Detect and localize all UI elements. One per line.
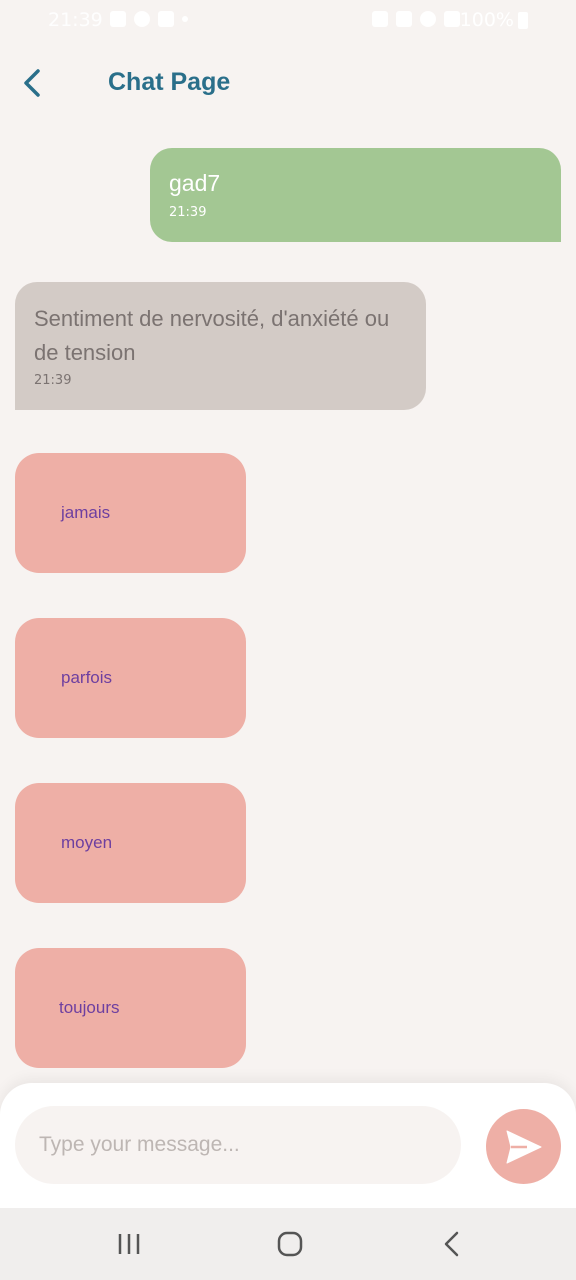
message-time: 21:39 [34,373,72,388]
send-icon [506,1130,542,1164]
message-bubble-sent: gad7 21:39 [150,148,561,242]
send-button[interactable] [486,1109,561,1184]
chevron-left-icon [24,69,40,97]
option-button-jamais[interactable]: jamais [15,453,246,573]
option-label: toujours [59,998,120,1017]
status-bar: 21:39 100% [0,0,576,40]
page-title: Chat Page [108,68,231,96]
recents-button[interactable] [117,1232,141,1256]
status-time: 21:39 [48,9,103,31]
system-icons [372,11,460,27]
message-text: gad7 [169,170,221,196]
option-label: jamais [61,503,111,522]
message-bubble-received: Sentiment de nervosité, d'anxiété ou de … [15,282,426,410]
option-button-moyen[interactable]: moyen [15,783,246,903]
wifi-icon [420,11,436,27]
message-time: 21:39 [169,205,207,220]
recents-icon [118,1234,140,1254]
battery-percent: 100% [459,9,514,31]
facebook-icon [158,11,174,27]
back-button[interactable] [18,66,52,100]
nav-back-button[interactable] [440,1230,464,1258]
gallery-icon [110,11,126,27]
signal-icon [444,11,460,27]
messenger-icon [134,11,150,27]
system-nav-bar [0,1208,576,1280]
message-composer [0,1083,576,1208]
dot-icon [182,16,188,22]
back-icon [444,1231,459,1257]
message-text: Sentiment de nervosité, d'anxiété ou de … [34,306,390,365]
option-button-parfois[interactable]: parfois [15,618,246,738]
option-label: parfois [61,668,113,687]
option-label: moyen [61,833,113,852]
message-input[interactable] [15,1106,461,1184]
option-button-toujours[interactable]: toujours [15,948,246,1068]
home-icon [277,1231,303,1257]
mute-icon [396,11,412,27]
notification-icons [110,11,188,27]
app-bar: Chat Page [0,40,576,130]
nfc-icon [372,11,388,27]
home-button[interactable] [276,1230,304,1258]
battery-icon [518,12,528,29]
